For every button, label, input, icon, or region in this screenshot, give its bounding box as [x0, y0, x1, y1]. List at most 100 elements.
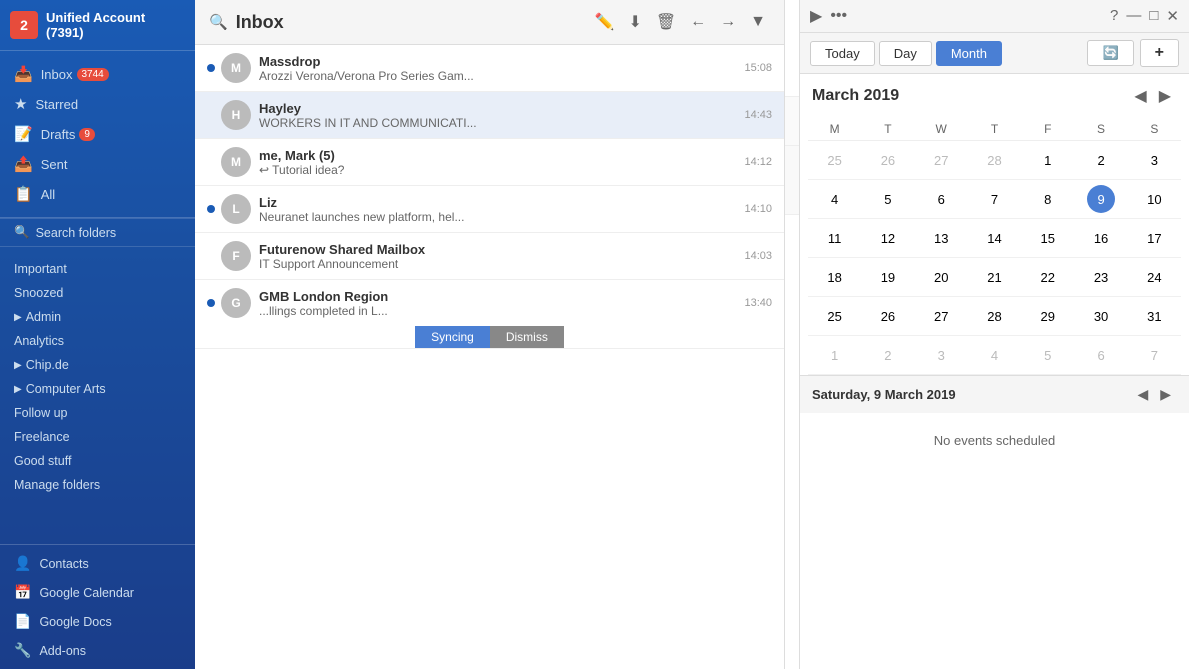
- add-event-button[interactable]: +: [1140, 39, 1179, 67]
- sidebar-item-drafts[interactable]: 📝 Drafts 9: [0, 119, 195, 149]
- prev-day-button[interactable]: ◀: [1131, 384, 1154, 405]
- google-docs-label: Google Docs: [39, 615, 111, 629]
- calendar-day[interactable]: 21: [980, 263, 1008, 291]
- email-item[interactable]: G GMB London Region ...llings completed …: [195, 280, 784, 349]
- calendar-day[interactable]: 22: [1034, 263, 1062, 291]
- calendar-day[interactable]: 11: [821, 224, 849, 252]
- calendar-day[interactable]: 4: [821, 185, 849, 213]
- calendar-day[interactable]: 3: [1140, 146, 1168, 174]
- folder-follow-up[interactable]: Follow up: [0, 401, 195, 425]
- calendar-day[interactable]: 6: [1087, 341, 1115, 369]
- more-button[interactable]: ▼: [746, 11, 770, 33]
- folder-snoozed[interactable]: Snoozed: [0, 281, 195, 305]
- calendar-day[interactable]: 2: [874, 341, 902, 369]
- dismiss-button[interactable]: Dismiss: [490, 326, 564, 348]
- calendar-day[interactable]: 25: [821, 146, 849, 174]
- sidebar-item-all[interactable]: 📋 All: [0, 179, 195, 209]
- calendar-day[interactable]: 14: [980, 224, 1008, 252]
- forward-button[interactable]: →: [716, 11, 740, 33]
- calendar-day[interactable]: 18: [821, 263, 849, 291]
- account-header[interactable]: 2 Unified Account (7391): [0, 0, 195, 51]
- close-button[interactable]: ✕: [1166, 7, 1179, 25]
- folder-admin[interactable]: ▶ Admin: [0, 305, 195, 329]
- calendar-day[interactable]: 1: [821, 341, 849, 369]
- calendar-day[interactable]: 3: [927, 341, 955, 369]
- refresh-button[interactable]: 🔄: [1087, 40, 1133, 66]
- calendar-day[interactable]: 28: [980, 146, 1008, 174]
- nav-arrow[interactable]: ▶: [810, 6, 822, 26]
- sidebar-item-inbox[interactable]: 📥 Inbox 3744: [0, 59, 195, 89]
- calendar-day[interactable]: 19: [874, 263, 902, 291]
- calendar-day[interactable]: 26: [874, 146, 902, 174]
- month-button[interactable]: Month: [936, 41, 1002, 66]
- calendar-day[interactable]: 28: [980, 302, 1008, 330]
- calendar-day[interactable]: 30: [1087, 302, 1115, 330]
- calendar-day[interactable]: 15: [1034, 224, 1062, 252]
- next-day-button[interactable]: ▶: [1154, 384, 1177, 405]
- calendar-day[interactable]: 2: [1087, 146, 1115, 174]
- calendar-day[interactable]: 13: [927, 224, 955, 252]
- next-month-button[interactable]: ▶: [1153, 82, 1177, 110]
- edit-button[interactable]: ✏️: [591, 10, 619, 34]
- today-button[interactable]: Today: [810, 41, 875, 66]
- calendar-day[interactable]: 1: [1034, 146, 1062, 174]
- google-calendar-item[interactable]: 📅 Google Calendar: [0, 578, 195, 607]
- folder-manage[interactable]: Manage folders: [0, 473, 195, 497]
- search-folders[interactable]: 🔍 Search folders: [0, 218, 195, 247]
- back-button[interactable]: ←: [686, 11, 710, 33]
- day-button[interactable]: Day: [879, 41, 932, 66]
- download-button[interactable]: ⬇: [624, 10, 645, 34]
- calendar-day[interactable]: 5: [874, 185, 902, 213]
- calendar-day[interactable]: 7: [980, 185, 1008, 213]
- calendar-day[interactable]: 5: [1034, 341, 1062, 369]
- calendar-day[interactable]: 16: [1087, 224, 1115, 252]
- calendar-day[interactable]: 8: [1034, 185, 1062, 213]
- email-item[interactable]: F Futurenow Shared Mailbox IT Support An…: [195, 233, 784, 280]
- folder-freelance[interactable]: Freelance: [0, 425, 195, 449]
- more-options[interactable]: •••: [830, 7, 847, 25]
- calendar-day[interactable]: 27: [927, 146, 955, 174]
- folder-chip-de[interactable]: ▶ Chip.de: [0, 353, 195, 377]
- calendar-day[interactable]: 26: [874, 302, 902, 330]
- calendar-day[interactable]: 24: [1140, 263, 1168, 291]
- delete-button[interactable]: 🗑: [652, 10, 680, 34]
- calendar-day[interactable]: 25: [821, 302, 849, 330]
- contacts-item[interactable]: 👤 Contacts: [0, 549, 195, 578]
- calendar-day[interactable]: 20: [927, 263, 955, 291]
- email-item[interactable]: M Massdrop Arozzi Verona/Verona Pro Seri…: [195, 45, 784, 92]
- calendar-day[interactable]: 12: [874, 224, 902, 252]
- calendar-day[interactable]: 23: [1087, 263, 1115, 291]
- syncing-button[interactable]: Syncing: [415, 326, 490, 348]
- minimize-button[interactable]: —: [1126, 7, 1141, 25]
- restore-button[interactable]: □: [1149, 7, 1158, 25]
- add-ons-item[interactable]: 🔧 Add-ons: [0, 636, 195, 665]
- calendar-day[interactable]: 29: [1034, 302, 1062, 330]
- all-icon: 📋: [14, 185, 33, 203]
- calendar-day[interactable]: 6: [927, 185, 955, 213]
- email-item[interactable]: M me, Mark (5) ↩ Tutorial idea? 14:12: [195, 139, 784, 186]
- calendar-day[interactable]: 17: [1140, 224, 1168, 252]
- folder-computer-arts[interactable]: ▶ Computer Arts: [0, 377, 195, 401]
- calendar-day-today[interactable]: 9: [1087, 185, 1115, 213]
- calendar-day[interactable]: 7: [1140, 341, 1168, 369]
- calendar-day[interactable]: 10: [1140, 185, 1168, 213]
- docs-icon: 📄: [14, 613, 31, 630]
- folder-analytics[interactable]: Analytics: [0, 329, 195, 353]
- add-ons-label: Add-ons: [39, 644, 86, 658]
- email-item[interactable]: H Hayley WORKERS IN IT AND COMMUNICATI..…: [195, 92, 784, 139]
- calendar-day[interactable]: 27: [927, 302, 955, 330]
- email-item[interactable]: L Liz Neuranet launches new platform, he…: [195, 186, 784, 233]
- sidebar-item-starred[interactable]: ★ Starred: [0, 89, 195, 119]
- folder-good-stuff[interactable]: Good stuff: [0, 449, 195, 473]
- calendar-day[interactable]: 4: [980, 341, 1008, 369]
- help-icon[interactable]: ?: [1110, 7, 1118, 25]
- search-icon[interactable]: 🔍: [209, 13, 228, 31]
- sidebar-item-sent[interactable]: 📤 Sent: [0, 149, 195, 179]
- inbox-label: Inbox: [41, 67, 73, 82]
- calendar-day[interactable]: 31: [1140, 302, 1168, 330]
- calendar-panel: ▶ ••• ? — □ ✕ Today Day Month 🔄 + March …: [799, 0, 1189, 669]
- folder-label: Computer Arts: [26, 382, 106, 396]
- folder-important[interactable]: Important: [0, 257, 195, 281]
- google-docs-item[interactable]: 📄 Google Docs: [0, 607, 195, 636]
- prev-month-button[interactable]: ◀: [1128, 82, 1152, 110]
